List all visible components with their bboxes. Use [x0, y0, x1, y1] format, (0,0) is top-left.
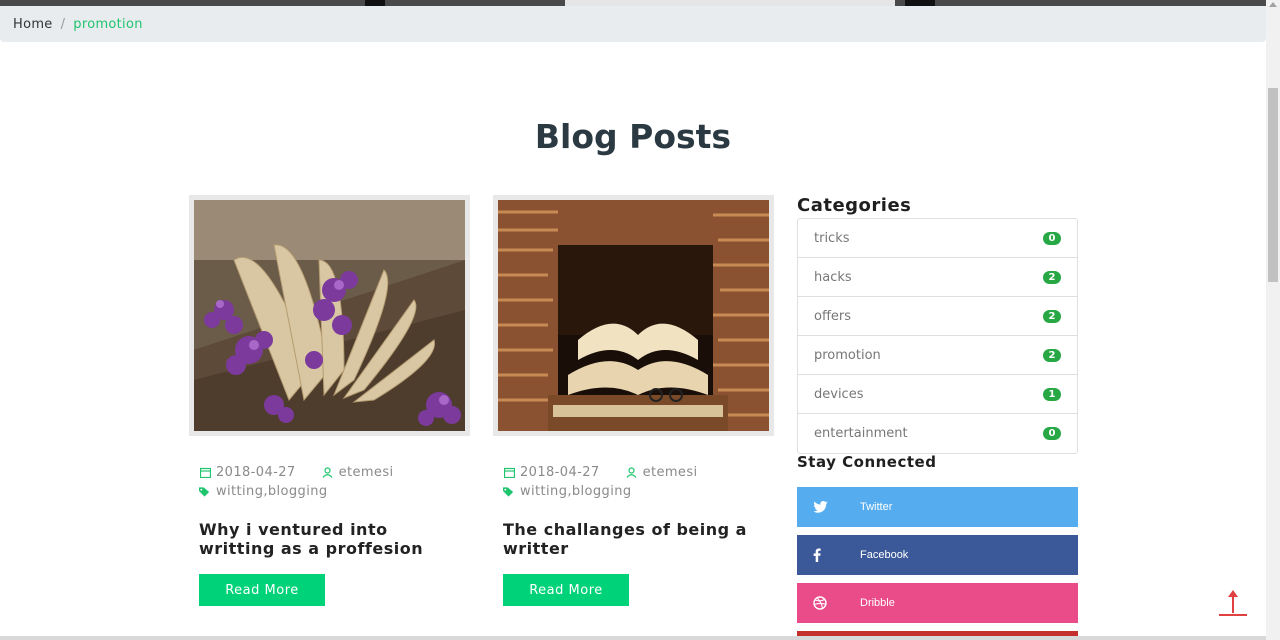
category-label: devices	[814, 386, 864, 402]
category-item-devices[interactable]: devices 1	[798, 375, 1077, 414]
tags-icon	[199, 486, 211, 498]
dribbble-link[interactable]: Dribble	[797, 583, 1078, 623]
category-item-offers[interactable]: offers 2	[798, 297, 1077, 336]
blog-post-card: 2018-04-27 etemesi witting,blogging The …	[493, 195, 774, 606]
vertical-scrollbar[interactable]	[1266, 0, 1280, 640]
scrollbar-thumb[interactable]	[1268, 88, 1278, 282]
breadcrumb-separator: /	[60, 16, 66, 32]
user-icon	[626, 467, 638, 479]
stay-connected-heading: Stay Connected	[797, 453, 937, 471]
dribbble-icon	[797, 596, 860, 610]
category-item-hacks[interactable]: hacks 2	[798, 258, 1077, 297]
user-icon	[322, 467, 334, 479]
post-title[interactable]: Why i ventured into writting as a proffe…	[199, 520, 459, 558]
breadcrumb-home-link[interactable]: Home	[13, 17, 53, 32]
category-label: entertainment	[814, 426, 908, 441]
read-more-button[interactable]: Read More	[199, 574, 325, 606]
category-label: offers	[814, 308, 852, 324]
post-title[interactable]: The challanges of being a writter	[503, 520, 763, 558]
categories-list: tricks 0 hacks 2 offers 2 promotion 2 de…	[797, 218, 1078, 454]
read-more-button[interactable]: Read More	[503, 574, 629, 606]
categories-heading: Categories	[797, 195, 912, 216]
category-count-badge: 0	[1043, 231, 1061, 245]
post-image[interactable]	[493, 195, 774, 436]
books-library-image	[498, 200, 769, 431]
page-title: Blog Posts	[534, 117, 732, 156]
category-count-badge: 0	[1043, 427, 1061, 440]
breadcrumb: Home / promotion	[0, 6, 1266, 42]
category-item-promotion[interactable]: promotion 2	[798, 336, 1077, 375]
post-author[interactable]: etemesi	[643, 465, 698, 480]
breadcrumb-current: promotion	[73, 16, 143, 32]
category-label: promotion	[814, 347, 881, 363]
category-count-badge: 2	[1043, 309, 1061, 323]
category-count-badge: 2	[1043, 348, 1061, 362]
scroll-up-arrow-icon[interactable]	[1269, 2, 1277, 7]
back-to-top-button[interactable]	[1219, 590, 1247, 618]
post-date: 2018-04-27	[216, 465, 296, 480]
post-tags[interactable]: witting,blogging	[216, 484, 328, 499]
calendar-icon	[503, 467, 515, 479]
twitter-icon	[797, 501, 860, 513]
category-label: tricks	[814, 230, 850, 246]
facebook-link[interactable]: Facebook	[797, 535, 1078, 575]
post-date: 2018-04-27	[520, 465, 600, 480]
twitter-label: Twitter	[860, 501, 893, 513]
post-image[interactable]	[189, 195, 470, 436]
category-count-badge: 2	[1043, 270, 1061, 284]
post-meta-tags: witting,blogging	[503, 484, 632, 499]
tags-icon	[503, 486, 515, 498]
category-item-entertainment[interactable]: entertainment 0	[798, 414, 1077, 453]
facebook-label: Facebook	[860, 549, 909, 561]
calendar-icon	[199, 467, 211, 479]
book-flowers-image	[194, 200, 465, 431]
post-tags[interactable]: witting,blogging	[520, 484, 632, 499]
post-meta-date-author: 2018-04-27 etemesi	[503, 465, 698, 480]
category-label: hacks	[814, 269, 852, 285]
post-author[interactable]: etemesi	[339, 465, 394, 480]
twitter-link[interactable]: Twitter	[797, 487, 1078, 527]
category-item-tricks[interactable]: tricks 0	[798, 219, 1077, 258]
facebook-icon	[797, 548, 860, 562]
horizontal-scrollbar[interactable]	[0, 636, 1266, 640]
post-meta-date-author: 2018-04-27 etemesi	[199, 465, 394, 480]
blog-post-card: 2018-04-27 etemesi witting,blogging Why …	[189, 195, 470, 606]
post-meta-tags: witting,blogging	[199, 484, 328, 499]
category-count-badge: 1	[1043, 387, 1061, 401]
dribbble-label: Dribble	[860, 597, 895, 609]
